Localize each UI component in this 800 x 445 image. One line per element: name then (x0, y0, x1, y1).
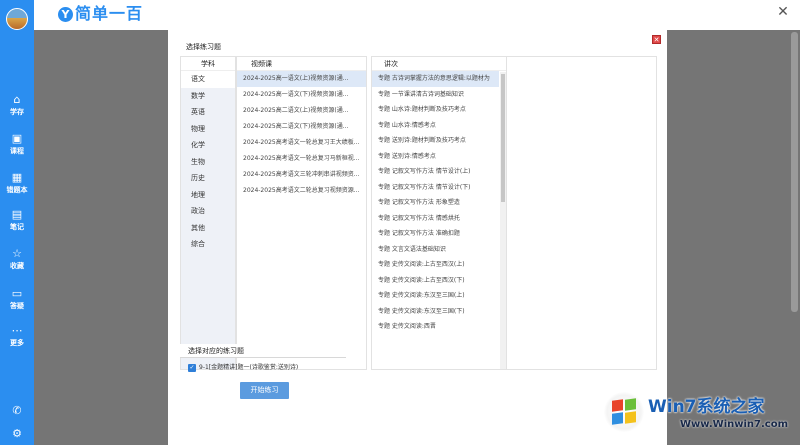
lesson-item[interactable]: 专题 史传文阅读:上古至西汉(上) (372, 257, 499, 273)
subject-item[interactable]: 综合 (181, 236, 235, 253)
subject-item[interactable]: 数学 (181, 88, 235, 105)
lesson-item[interactable]: 专题 送别诗:情感考点 (372, 149, 499, 165)
lesson-item[interactable]: 专题 文言文语法基础知识 (372, 242, 499, 258)
lessons-scrollbar[interactable] (500, 72, 506, 369)
subject-item[interactable]: 英语 (181, 104, 235, 121)
lesson-item[interactable]: 专题 古诗词掌握方法的意思逻辑:以题材为 (372, 71, 499, 87)
start-practice-button[interactable]: 开始练习 (240, 382, 289, 399)
subject-item[interactable]: 其他 (181, 220, 235, 237)
more-icon: ⋯ (11, 324, 23, 337)
home-icon: ⌂ (13, 93, 21, 106)
dialog-title: 选择练习题 (186, 43, 221, 51)
lesson-item[interactable]: 专题 史传文阅读:东汉至三国(上) (372, 288, 499, 304)
subject-item[interactable]: 生物 (181, 154, 235, 171)
subject-item[interactable]: 历史 (181, 170, 235, 187)
exercise-label: 9-1[金题精讲]题一(诗歌鉴赏:送别诗) (199, 364, 299, 371)
video-course-item[interactable]: 2024-2025高考语文一轮总复习王大绩板... (237, 135, 366, 151)
empty-panel (507, 56, 657, 370)
lesson-item[interactable]: 专题 史传文阅读:西晋 (372, 319, 499, 335)
subjects-header: 学科 (181, 57, 235, 71)
select-exercise-dialog: 选择练习题 ✕ 学科 语文 数学 英语 物理 化学 生物 历史 地理 政治 其他 综合 视频课 20… (168, 30, 667, 445)
video-course-item[interactable]: 2024-2025高考语文三轮冲刺串讲视频资... (237, 167, 366, 183)
video-course-item[interactable]: 2024-2025高二语文(上)视频资源(通... (237, 103, 366, 119)
sidebar-item-label: 笔记 (10, 223, 24, 231)
video-course-item[interactable]: 2024-2025高考语文一轮总复习马新桓视... (237, 151, 366, 167)
subject-item[interactable]: 语文 (181, 71, 235, 88)
subject-item[interactable]: 地理 (181, 187, 235, 204)
exercise-header: 选择对应的练习题 (180, 344, 346, 358)
app-name: 简单一百 (75, 4, 144, 23)
lessons-scroll-thumb[interactable] (501, 74, 505, 202)
video-course-item[interactable]: 2024-2025高考语文二轮总复习视频资源... (237, 183, 366, 199)
video-course-item[interactable]: 2024-2025高一语文(下)视频资源(通... (237, 87, 366, 103)
calendar-icon: ▣ (11, 132, 23, 145)
lesson-item[interactable]: 专题 史传文阅读:上古至西汉(下) (372, 273, 499, 289)
lesson-item[interactable]: 专题 山水诗:题材判断及技巧考点 (372, 102, 499, 118)
sidebar-item-label: 收藏 (10, 262, 24, 270)
subject-item[interactable]: 化学 (181, 137, 235, 154)
lesson-item[interactable]: 专题 山水诗:情感考点 (372, 118, 499, 134)
page-scrollbar[interactable] (791, 32, 798, 312)
lessons-panel: 讲次 专题 古诗词掌握方法的意思逻辑:以题材为 专题 一节课讲清古诗词基础知识 专题… (371, 56, 507, 370)
sidebar-item-3[interactable]: ▤ 笔记 (0, 207, 34, 243)
sidebar-item-label: 更多 (10, 339, 24, 347)
sidebar-item-2[interactable]: ▦ 错题本 (0, 170, 34, 206)
videos-panel: 视频课 2024-2025高一语文(上)视频资源(通... 2024-2025高一… (236, 56, 367, 370)
gear-icon[interactable]: ⚙ (0, 426, 34, 442)
left-sidebar: ⌂ 学存 ▣ 课程 ▦ 错题本 ▤ 笔记 ☆ 收藏 ▭ 答疑 ⋯ 更多 ✆ ⚙ (0, 0, 34, 445)
gear-icon-glyph: ⚙ (12, 427, 22, 440)
windows-logo-icon (604, 392, 644, 432)
sidebar-item-5[interactable]: ▭ 答疑 (0, 286, 34, 322)
sidebar-item-0[interactable]: ⌂ 学存 (0, 92, 34, 128)
sidebar-item-label: 学存 (10, 108, 24, 116)
sidebar-item-4[interactable]: ☆ 收藏 (0, 246, 34, 282)
star-icon: ☆ (12, 247, 22, 260)
lesson-item[interactable]: 专题 史传文阅读:东汉至三国(下) (372, 304, 499, 320)
watermark-title: Win7系统之家 (648, 397, 765, 417)
window-close-icon[interactable]: ✕ (776, 5, 790, 19)
exercise-item[interactable]: ✓ 9-1[金题精讲]题一(诗歌鉴赏:送别诗) (188, 363, 298, 373)
lesson-item[interactable]: 专题 一节课讲清古诗词基础知识 (372, 87, 499, 103)
app-logo-icon: Y (58, 7, 73, 22)
subject-item[interactable]: 物理 (181, 121, 235, 138)
lesson-item[interactable]: 专题 记叙文写作方法 形象塑造 (372, 195, 499, 211)
subjects-panel: 学科 语文 数学 英语 物理 化学 生物 历史 地理 政治 其他 综合 (180, 56, 236, 370)
sidebar-item-label: 课程 (10, 147, 24, 155)
phone-icon[interactable]: ✆ (0, 403, 34, 419)
watermark-url: Www.Winwin7.com (680, 419, 789, 430)
sidebar-item-6[interactable]: ⋯ 更多 (0, 323, 34, 359)
phone-icon-glyph: ✆ (12, 404, 22, 417)
lesson-item[interactable]: 专题 记叙文写作方法 情感烘托 (372, 211, 499, 227)
avatar[interactable] (6, 8, 28, 30)
exercise-checkbox[interactable]: ✓ (188, 363, 196, 372)
lesson-item[interactable]: 专题 记叙文写作方法 准确扣题 (372, 226, 499, 242)
sidebar-item-1[interactable]: ▣ 课程 (0, 131, 34, 167)
video-course-item[interactable]: 2024-2025高二语文(下)视频资源(通... (237, 119, 366, 135)
sidebar-item-label: 答疑 (10, 302, 24, 310)
dialog-close-icon[interactable]: ✕ (652, 35, 661, 44)
videos-header: 视频课 (237, 57, 366, 71)
chat-icon: ▭ (11, 287, 23, 300)
lesson-item[interactable]: 专题 送别诗:题材判断及技巧考点 (372, 133, 499, 149)
subject-item[interactable]: 政治 (181, 203, 235, 220)
sidebar-item-label: 错题本 (6, 186, 28, 194)
lessons-header: 讲次 (372, 57, 506, 71)
lesson-item[interactable]: 专题 记叙文写作方法 情节设计(上) (372, 164, 499, 180)
video-course-item[interactable]: 2024-2025高一语文(上)视频资源(通... (237, 71, 366, 87)
note-icon: ▤ (11, 208, 23, 221)
lesson-item[interactable]: 专题 记叙文写作方法 情节设计(下) (372, 180, 499, 196)
grid-icon: ▦ (11, 171, 23, 184)
